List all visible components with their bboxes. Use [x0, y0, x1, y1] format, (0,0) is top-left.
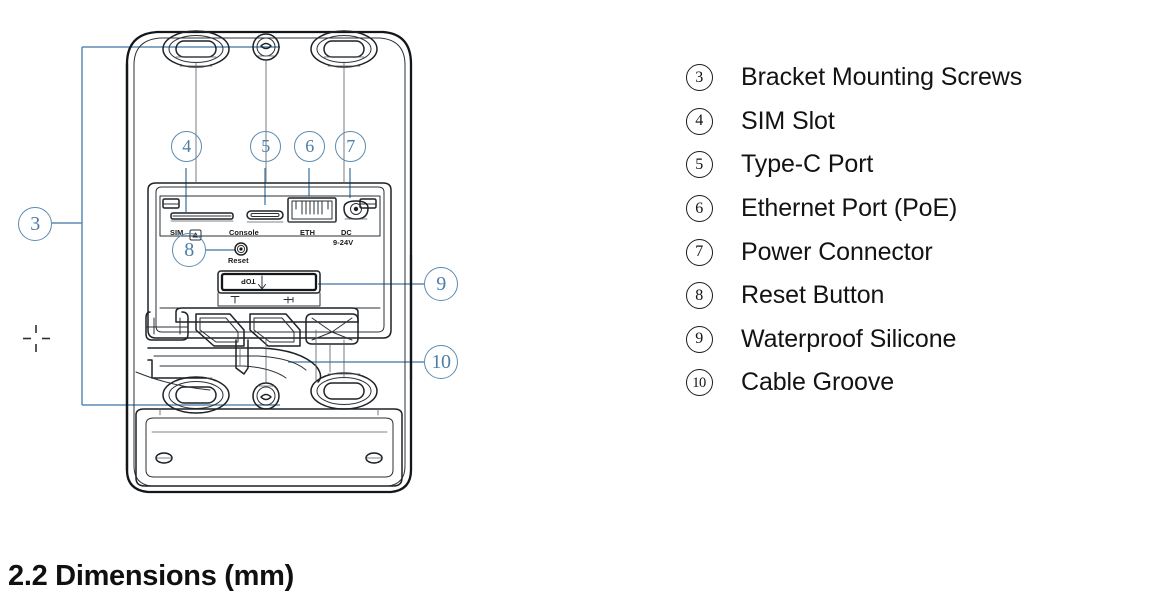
legend-number-7: 7 [676, 238, 722, 266]
callout-6-ethernet-port: 6 [294, 131, 325, 162]
legend-number-4: 4 [676, 107, 722, 135]
callout-5-type-c-port: 5 [250, 131, 281, 162]
page-canvas: .ln { fill:none; stroke:#1e2225; stroke-… [0, 0, 1157, 592]
legend-item-4: 4 SIM Slot [676, 100, 1126, 144]
component-legend: 3 Bracket Mounting Screws 4 SIM Slot 5 T… [676, 56, 1126, 405]
callout-4-sim-slot: 4 [171, 131, 202, 162]
legend-item-8: 8 Reset Button [676, 274, 1126, 318]
top-mounting-screws [162, 30, 378, 68]
legend-label-bracket-mounting-screws: Bracket Mounting Screws [741, 63, 1023, 92]
legend-item-5: 5 Type-C Port [676, 143, 1126, 187]
callout-3-bracket-mounting-screws: 3 [18, 207, 52, 241]
legend-label-reset-button: Reset Button [741, 281, 885, 310]
callout-leader-lines [52, 46, 424, 406]
silk-label-reset: Reset [228, 256, 249, 265]
legend-number-6: 6 [676, 195, 722, 223]
legend-item-10: 10 Cable Groove [676, 361, 1126, 405]
legend-number-circle: 9 [685, 325, 713, 353]
callout-7-power-connector: 7 [335, 131, 366, 162]
silk-label-eth: ETH [300, 228, 316, 237]
legend-item-3: 3 Bracket Mounting Screws [676, 56, 1126, 100]
callout-10-cable-groove: 10 [424, 345, 458, 379]
legend-item-6: 6 Ethernet Port (PoE) [676, 187, 1126, 231]
legend-item-7: 7 Power Connector [676, 230, 1126, 274]
legend-label-waterproof-silicone: Waterproof Silicone [741, 324, 957, 353]
bottom-mounting-screws [162, 372, 378, 414]
legend-label-ethernet-port: Ethernet Port (PoE) [741, 194, 958, 223]
legend-number-circle: 3 [685, 64, 713, 92]
legend-number-5: 5 [676, 151, 722, 179]
legend-number-circle: 5 [685, 151, 713, 179]
legend-number-circle: 7 [685, 238, 713, 266]
legend-number-circle: 8 [685, 282, 713, 310]
silk-label-dc-voltage: 9-24V [333, 238, 354, 247]
legend-number-circle: 4 [685, 107, 713, 135]
device-outer-shell [125, 30, 413, 494]
legend-number-circle: 6 [685, 195, 713, 223]
silk-label-console: Console [229, 228, 259, 237]
callout-9-waterproof-silicone: 9 [424, 267, 458, 301]
legend-label-power-connector: Power Connector [741, 237, 933, 266]
base-pedestal [135, 408, 403, 487]
legend-label-type-c-port: Type-C Port [741, 150, 874, 179]
legend-number-3: 3 [676, 64, 722, 92]
legend-number-9: 9 [676, 325, 722, 353]
legend-label-sim-slot: SIM Slot [741, 106, 835, 135]
section-heading-dimensions: 2.2 Dimensions (mm) [8, 560, 294, 592]
legend-label-cable-groove: Cable Groove [741, 368, 895, 397]
legend-number-circle: 10 [685, 369, 713, 397]
registration-crop-mark [23, 325, 50, 352]
callout-8-reset-button: 8 [172, 233, 206, 267]
legend-number-10: 10 [676, 369, 722, 397]
silk-label-dc: DC [341, 228, 352, 237]
legend-item-9: 9 Waterproof Silicone [676, 318, 1126, 362]
silk-label-top-orientation: TOP [241, 277, 256, 284]
legend-number-8: 8 [676, 282, 722, 310]
